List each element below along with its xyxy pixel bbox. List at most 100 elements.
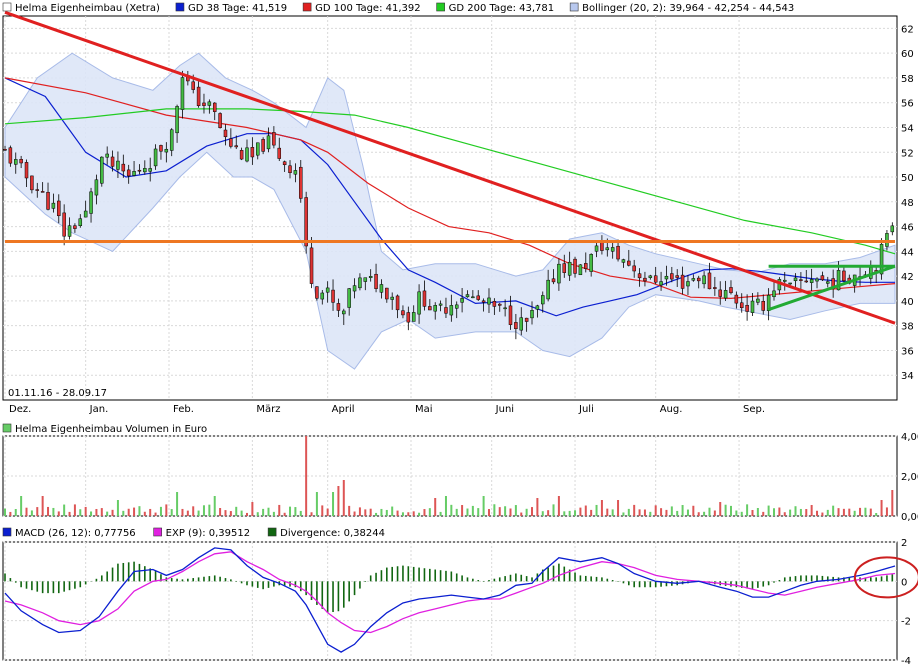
volume-bar <box>773 508 776 516</box>
candle-body <box>605 247 610 251</box>
candle-body <box>600 242 604 251</box>
candle-body <box>497 303 502 306</box>
candle-body <box>573 258 577 274</box>
volume-bar <box>444 496 447 516</box>
volume-bar <box>272 511 275 516</box>
candle-body <box>250 147 255 158</box>
candle-body <box>395 295 400 311</box>
divergence-bar <box>547 567 549 582</box>
volume-bar <box>751 509 754 516</box>
divergence-bar <box>832 576 834 582</box>
divergence-bar <box>197 577 200 582</box>
candle-body <box>524 317 529 322</box>
price-tick-label: 38 <box>901 322 914 333</box>
volume-bar <box>165 504 168 516</box>
candle-body <box>266 135 271 150</box>
candle-body <box>535 305 540 310</box>
volume-bar <box>729 505 732 516</box>
volume-bar <box>891 490 894 516</box>
divergence-bar <box>294 581 297 588</box>
divergence-bar <box>74 581 76 589</box>
divergence-bar <box>816 575 818 582</box>
volume-bar <box>219 508 222 516</box>
price-panel: 34 36 38 40 42 44 46 48 50 52 54 56 58 60 62 Dez. Jan. Fe… <box>2 2 914 415</box>
candle-body <box>358 277 362 289</box>
divergence-bar <box>47 581 49 594</box>
divergence-bar <box>407 566 410 582</box>
volume-bar <box>224 510 227 516</box>
divergence-bar <box>515 573 517 582</box>
legend-swatch <box>153 527 162 537</box>
volume-bar <box>869 508 872 516</box>
candle-body <box>589 254 593 272</box>
volume-bar <box>418 512 421 516</box>
volume-bar <box>708 507 711 516</box>
candle-body <box>519 317 524 331</box>
volume-bar <box>595 504 598 516</box>
volume-bar <box>670 506 673 516</box>
volume-bar <box>52 507 55 516</box>
divergence-bar <box>439 570 442 582</box>
legend-label: Helma Eigenheimbau (Xetra) <box>15 3 160 14</box>
divergence-bar <box>36 581 39 592</box>
volume-bar <box>100 508 103 516</box>
volume-plot-area <box>2 435 898 517</box>
volume-bar <box>149 508 152 516</box>
candle-body <box>761 301 765 311</box>
candle-body <box>164 148 169 153</box>
volume-bar <box>251 502 254 516</box>
candle-body <box>143 168 147 173</box>
divergence-bar <box>762 581 765 587</box>
volume-bar <box>611 509 614 516</box>
legend-label: GD 200 Tage: 43,781 <box>449 3 555 14</box>
volume-bar <box>4 508 6 516</box>
divergence-bar <box>208 576 211 582</box>
candle-body <box>621 259 626 263</box>
volume-bar <box>407 512 410 516</box>
volume-tick-label: 2,00 <box>901 472 918 483</box>
candle-body <box>594 245 599 252</box>
divergence-bar <box>63 581 65 592</box>
divergence-bar <box>14 581 17 583</box>
volume-bar <box>864 507 867 516</box>
divergence-bar <box>412 566 415 582</box>
divergence-bar <box>525 576 528 582</box>
candle-body <box>3 149 7 151</box>
candle-body <box>24 162 29 179</box>
divergence-bar <box>751 581 754 590</box>
candle-body <box>885 233 889 247</box>
candle-body <box>713 287 717 289</box>
candle-body <box>643 277 647 282</box>
candle-body <box>750 300 755 313</box>
volume-bar <box>47 506 50 516</box>
candle-body <box>57 200 61 217</box>
volume-bar <box>885 507 888 516</box>
price-tick-label: 34 <box>901 371 914 382</box>
legend-label: Divergence: 0,38244 <box>280 528 385 539</box>
volume-bar <box>181 508 184 516</box>
candle-body <box>67 225 72 237</box>
volume-bar <box>482 496 485 516</box>
volume-bar <box>767 505 770 516</box>
volume-bar <box>746 504 749 516</box>
divergence-bar <box>100 575 103 582</box>
volume-bar <box>579 507 582 516</box>
volume-bar <box>197 510 200 516</box>
volume-bar <box>337 486 340 516</box>
candle-body <box>546 279 550 300</box>
divergence-bar <box>644 581 646 588</box>
volume-bar <box>20 496 23 516</box>
volume-bar <box>364 509 367 516</box>
volume-bar <box>375 512 378 516</box>
candle-body <box>282 161 287 166</box>
volume-bar <box>434 498 437 516</box>
divergence-bar <box>810 575 813 582</box>
divergence-bar <box>396 566 399 582</box>
candle-body <box>202 102 206 106</box>
volume-bar <box>208 504 211 516</box>
volume-bar <box>681 505 684 516</box>
volume-bar <box>842 508 845 516</box>
volume-bar <box>471 505 474 516</box>
volume-bar <box>574 510 577 516</box>
candle-body <box>514 322 518 329</box>
